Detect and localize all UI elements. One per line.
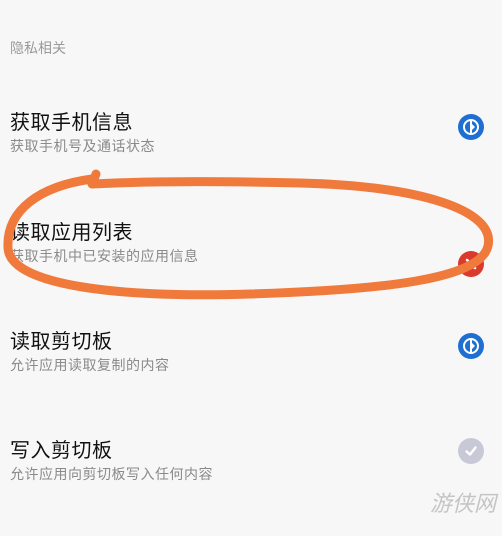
shield-icon [463,338,479,354]
section-header: 隐私相关 [10,41,66,57]
close-icon [465,258,477,270]
permission-status-allow-button[interactable] [458,333,484,359]
permission-row-app-list[interactable]: 读取应用列表 获取手机中已安装的应用信息 [0,216,502,296]
shield-icon [463,119,479,135]
permission-status-ask-button[interactable] [458,438,484,464]
permission-desc: 允许应用读取复制的内容 [10,358,170,374]
permission-row-phone-info[interactable]: 获取手机信息 获取手机号及通话状态 [0,106,502,186]
permission-desc: 允许应用向剪切板写入任何内容 [10,467,213,483]
permission-title: 读取剪切板 [10,329,113,353]
permission-title: 获取手机信息 [10,110,133,134]
permission-title: 写入剪切板 [10,438,113,462]
watermark: 游侠网 [429,492,496,517]
permission-status-deny-button[interactable] [458,251,484,277]
permission-desc: 获取手机中已安装的应用信息 [10,249,199,265]
permission-desc: 获取手机号及通话状态 [10,139,155,155]
permission-title: 读取应用列表 [10,220,133,244]
permission-row-write-clipboard[interactable]: 写入剪切板 允许应用向剪切板写入任何内容 [0,434,502,514]
permission-row-read-clipboard[interactable]: 读取剪切板 允许应用读取复制的内容 [0,325,502,405]
permission-status-allow-button[interactable] [458,114,484,140]
check-icon [465,446,477,456]
